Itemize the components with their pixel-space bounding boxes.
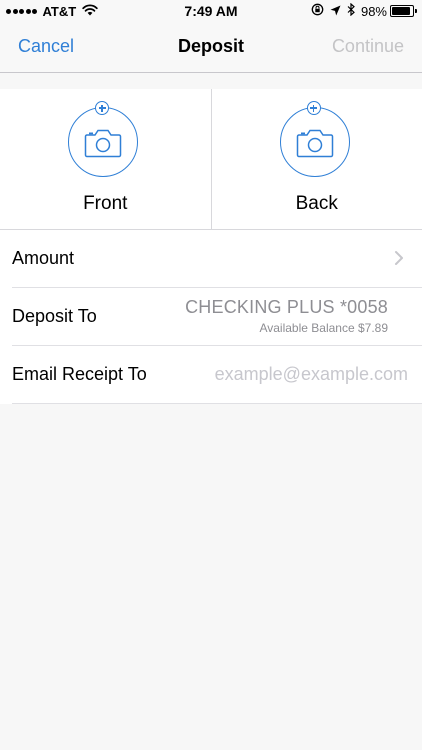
deposit-to-row[interactable]: Deposit To CHECKING PLUS *0058 Available… — [12, 288, 422, 346]
battery-icon — [390, 5, 417, 17]
chevron-right-icon — [395, 251, 403, 265]
battery-percentage: 98% — [360, 3, 387, 19]
camera-badge — [67, 101, 143, 177]
check-capture-section: Front Back — [0, 89, 422, 230]
camera-badge — [279, 101, 355, 177]
camera-icon — [296, 129, 333, 158]
account-name: CHECKING PLUS *0058 — [185, 297, 388, 317]
location-arrow-icon — [330, 4, 341, 19]
battery-level-fill — [392, 7, 410, 15]
email-receipt-input[interactable] — [178, 362, 408, 386]
plus-circle-icon — [306, 101, 321, 115]
status-bar: AT&T 7:49 AM 98% — [0, 0, 422, 22]
rotation-lock-icon — [311, 3, 324, 19]
capture-front-button[interactable]: Front — [0, 89, 212, 229]
navigation-bar: Cancel Deposit Continue — [0, 22, 422, 73]
camera-icon — [85, 129, 122, 158]
deposit-to-label: Deposit To — [12, 306, 97, 326]
back-label: Back — [295, 193, 338, 214]
continue-button[interactable]: Continue — [332, 36, 404, 57]
capture-back-button[interactable]: Back — [212, 89, 422, 229]
deposit-form: Amount Deposit To CHECKING PLUS *0058 Av… — [0, 230, 422, 404]
email-receipt-row: Email Receipt To — [12, 346, 422, 404]
bluetooth-icon — [347, 2, 355, 19]
front-label: Front — [83, 193, 128, 214]
status-right: 98% — [305, 2, 417, 19]
available-balance: Available Balance $7.89 — [259, 321, 388, 335]
amount-label: Amount — [12, 248, 75, 268]
email-receipt-label: Email Receipt To — [12, 364, 147, 384]
amount-row[interactable]: Amount — [12, 230, 422, 288]
